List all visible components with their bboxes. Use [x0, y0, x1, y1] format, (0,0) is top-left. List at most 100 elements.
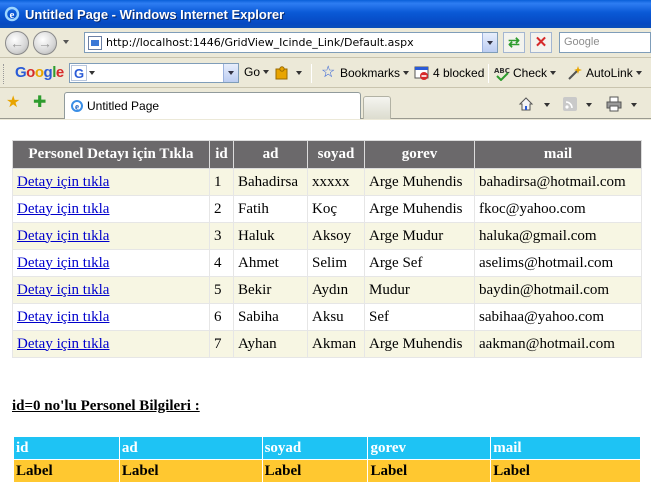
- cell-ad: Ayhan: [233, 330, 308, 358]
- chevron-down-icon: [89, 71, 95, 75]
- star-icon[interactable]: ★: [6, 95, 20, 111]
- stop-icon[interactable]: ✕: [530, 32, 552, 53]
- detail-link[interactable]: Detay için tıkla: [17, 309, 109, 325]
- cell-gorev: Arge Muhendis: [364, 168, 475, 196]
- ie-page-icon: e: [71, 100, 83, 112]
- cell-id: 1: [209, 168, 234, 196]
- tab-untitled-page[interactable]: e Untitled Page: [64, 92, 361, 119]
- cell-mail: aakman@hotmail.com: [474, 330, 642, 358]
- chevron-down-icon[interactable]: [631, 103, 637, 107]
- column-header-ad: ad: [233, 140, 308, 169]
- detail-link[interactable]: Detay için tıkla: [17, 336, 109, 352]
- detail-header-row: id ad soyad gorev mail: [13, 436, 641, 460]
- back-arrow-icon[interactable]: ←: [5, 31, 29, 55]
- detail-link[interactable]: Detay için tıkla: [17, 255, 109, 271]
- cell-gorev: Arge Mudur: [364, 222, 475, 250]
- refresh-icon[interactable]: ⇄: [503, 32, 525, 53]
- google-g-icon[interactable]: G: [71, 65, 87, 81]
- chevron-down-icon: [403, 71, 410, 75]
- google-search-input[interactable]: G: [69, 63, 239, 83]
- popup-blocker-button[interactable]: 4 blocked: [414, 65, 484, 81]
- chevron-down-icon: [263, 70, 270, 74]
- cell-id: 2: [209, 195, 234, 223]
- cell-mail: haluka@gmail.com: [474, 222, 642, 250]
- new-tab-button[interactable]: [363, 96, 391, 119]
- address-url[interactable]: http://localhost:1446/GridView_Icinde_Li…: [106, 36, 414, 49]
- google-logo[interactable]: Google: [15, 64, 64, 81]
- forward-arrow-icon[interactable]: →: [33, 31, 57, 55]
- detail-header-ad: ad: [118, 436, 263, 460]
- cell-soyad: Selim: [307, 249, 365, 277]
- toolbar-options-button[interactable]: [274, 65, 302, 81]
- column-header-link: Personel Detayı için Tıkla: [12, 140, 210, 169]
- table-row: Detay için tıkla 4 Ahmet Selim Arge Sef …: [12, 249, 642, 277]
- page-content: Personel Detayı için Tıkla id ad soyad g…: [0, 120, 651, 499]
- cell-id: 4: [209, 249, 234, 277]
- cell-gorev: Arge Muhendis: [364, 330, 475, 358]
- detail-header-gorev: gorev: [367, 436, 492, 460]
- detail-link[interactable]: Detay için tıkla: [17, 282, 109, 298]
- cell-mail: fkoc@yahoo.com: [474, 195, 642, 223]
- cell-mail: sabihaa@yahoo.com: [474, 303, 642, 331]
- spell-check-button[interactable]: ABC Check: [494, 65, 557, 81]
- detail-value-soyad: Label: [261, 459, 369, 483]
- popup-blocked-icon: [414, 66, 429, 80]
- history-dropdown-icon[interactable]: [63, 40, 69, 44]
- cell-soyad: xxxxx: [307, 168, 365, 196]
- spell-check-icon: ABC: [494, 67, 510, 81]
- detail-header-soyad: soyad: [261, 436, 369, 460]
- cell-mail: bahadirsa@hotmail.com: [474, 168, 642, 196]
- cell-soyad: Koç: [307, 195, 365, 223]
- column-header-soyad: soyad: [307, 140, 365, 169]
- bookmarks-button[interactable]: ☆ Bookmarks: [321, 64, 410, 81]
- add-favorite-icon[interactable]: ✚: [33, 95, 46, 111]
- autolink-button[interactable]: AutoLink: [567, 65, 642, 81]
- cell-ad: Bekir: [233, 276, 308, 304]
- cell-ad: Bahadirsa: [233, 168, 308, 196]
- toolbar-separator: [488, 64, 489, 83]
- address-bar[interactable]: http://localhost:1446/GridView_Icinde_Li…: [84, 32, 498, 53]
- table-row: Detay için tıkla 1 Bahadirsa xxxxx Arge …: [12, 168, 642, 196]
- cell-mail: baydin@hotmail.com: [474, 276, 642, 304]
- cell-soyad: Akman: [307, 330, 365, 358]
- table-row: Detay için tıkla 5 Bekir Aydın Mudur bay…: [12, 276, 642, 304]
- ie-logo-icon: e: [4, 6, 20, 22]
- toolbar-grip[interactable]: [3, 64, 6, 84]
- table-row: Detay için tıkla 6 Sabiha Aksu Sef sabih…: [12, 303, 642, 331]
- address-dropdown-icon[interactable]: [482, 33, 497, 52]
- star-outline-icon: ☆: [321, 64, 336, 81]
- detail-header-id: id: [13, 436, 120, 460]
- search-input[interactable]: Google: [559, 32, 651, 53]
- detail-link[interactable]: Detay için tıkla: [17, 201, 109, 217]
- google-toolbar: Google G Go ☆ Bookmarks 4 blocked ABC Ch…: [0, 59, 651, 88]
- cell-id: 6: [209, 303, 234, 331]
- cell-ad: Fatih: [233, 195, 308, 223]
- magic-wand-icon: [568, 66, 582, 80]
- rss-feed-icon[interactable]: [562, 96, 578, 112]
- window-title: Untitled Page - Windows Internet Explore…: [25, 6, 285, 22]
- title-bar[interactable]: e Untitled Page - Windows Internet Explo…: [0, 0, 651, 28]
- cell-gorev: Arge Muhendis: [364, 195, 475, 223]
- grid-header-row: Personel Detayı için Tıkla id ad soyad g…: [12, 140, 642, 169]
- chevron-down-icon: [635, 71, 642, 75]
- detail-link[interactable]: Detay için tıkla: [17, 228, 109, 244]
- chevron-down-icon: [550, 71, 557, 75]
- cell-gorev: Sef: [364, 303, 475, 331]
- printer-icon[interactable]: [606, 96, 622, 112]
- cell-ad: Sabiha: [233, 303, 308, 331]
- table-row: Detay için tıkla 2 Fatih Koç Arge Muhend…: [12, 195, 642, 223]
- address-toolbar: ← → http://localhost:1446/GridView_Icind…: [0, 28, 651, 58]
- home-icon[interactable]: [518, 96, 534, 112]
- cell-ad: Haluk: [233, 222, 308, 250]
- chevron-down-icon[interactable]: [586, 103, 592, 107]
- detail-section-title: id=0 no'lu Personel Bilgileri :: [12, 398, 200, 414]
- cell-mail: aselims@hotmail.com: [474, 249, 642, 277]
- chevron-down-icon[interactable]: [544, 103, 550, 107]
- detail-link[interactable]: Detay için tıkla: [17, 174, 109, 190]
- google-search-dropdown-icon[interactable]: [223, 64, 238, 82]
- cell-gorev: Arge Sef: [364, 249, 475, 277]
- table-row: Detay için tıkla 3 Haluk Aksoy Arge Mudu…: [12, 222, 642, 250]
- detail-value-row: Label Label Label Label Label: [13, 459, 641, 483]
- go-button[interactable]: Go: [244, 65, 270, 79]
- chevron-down-icon: [296, 71, 302, 75]
